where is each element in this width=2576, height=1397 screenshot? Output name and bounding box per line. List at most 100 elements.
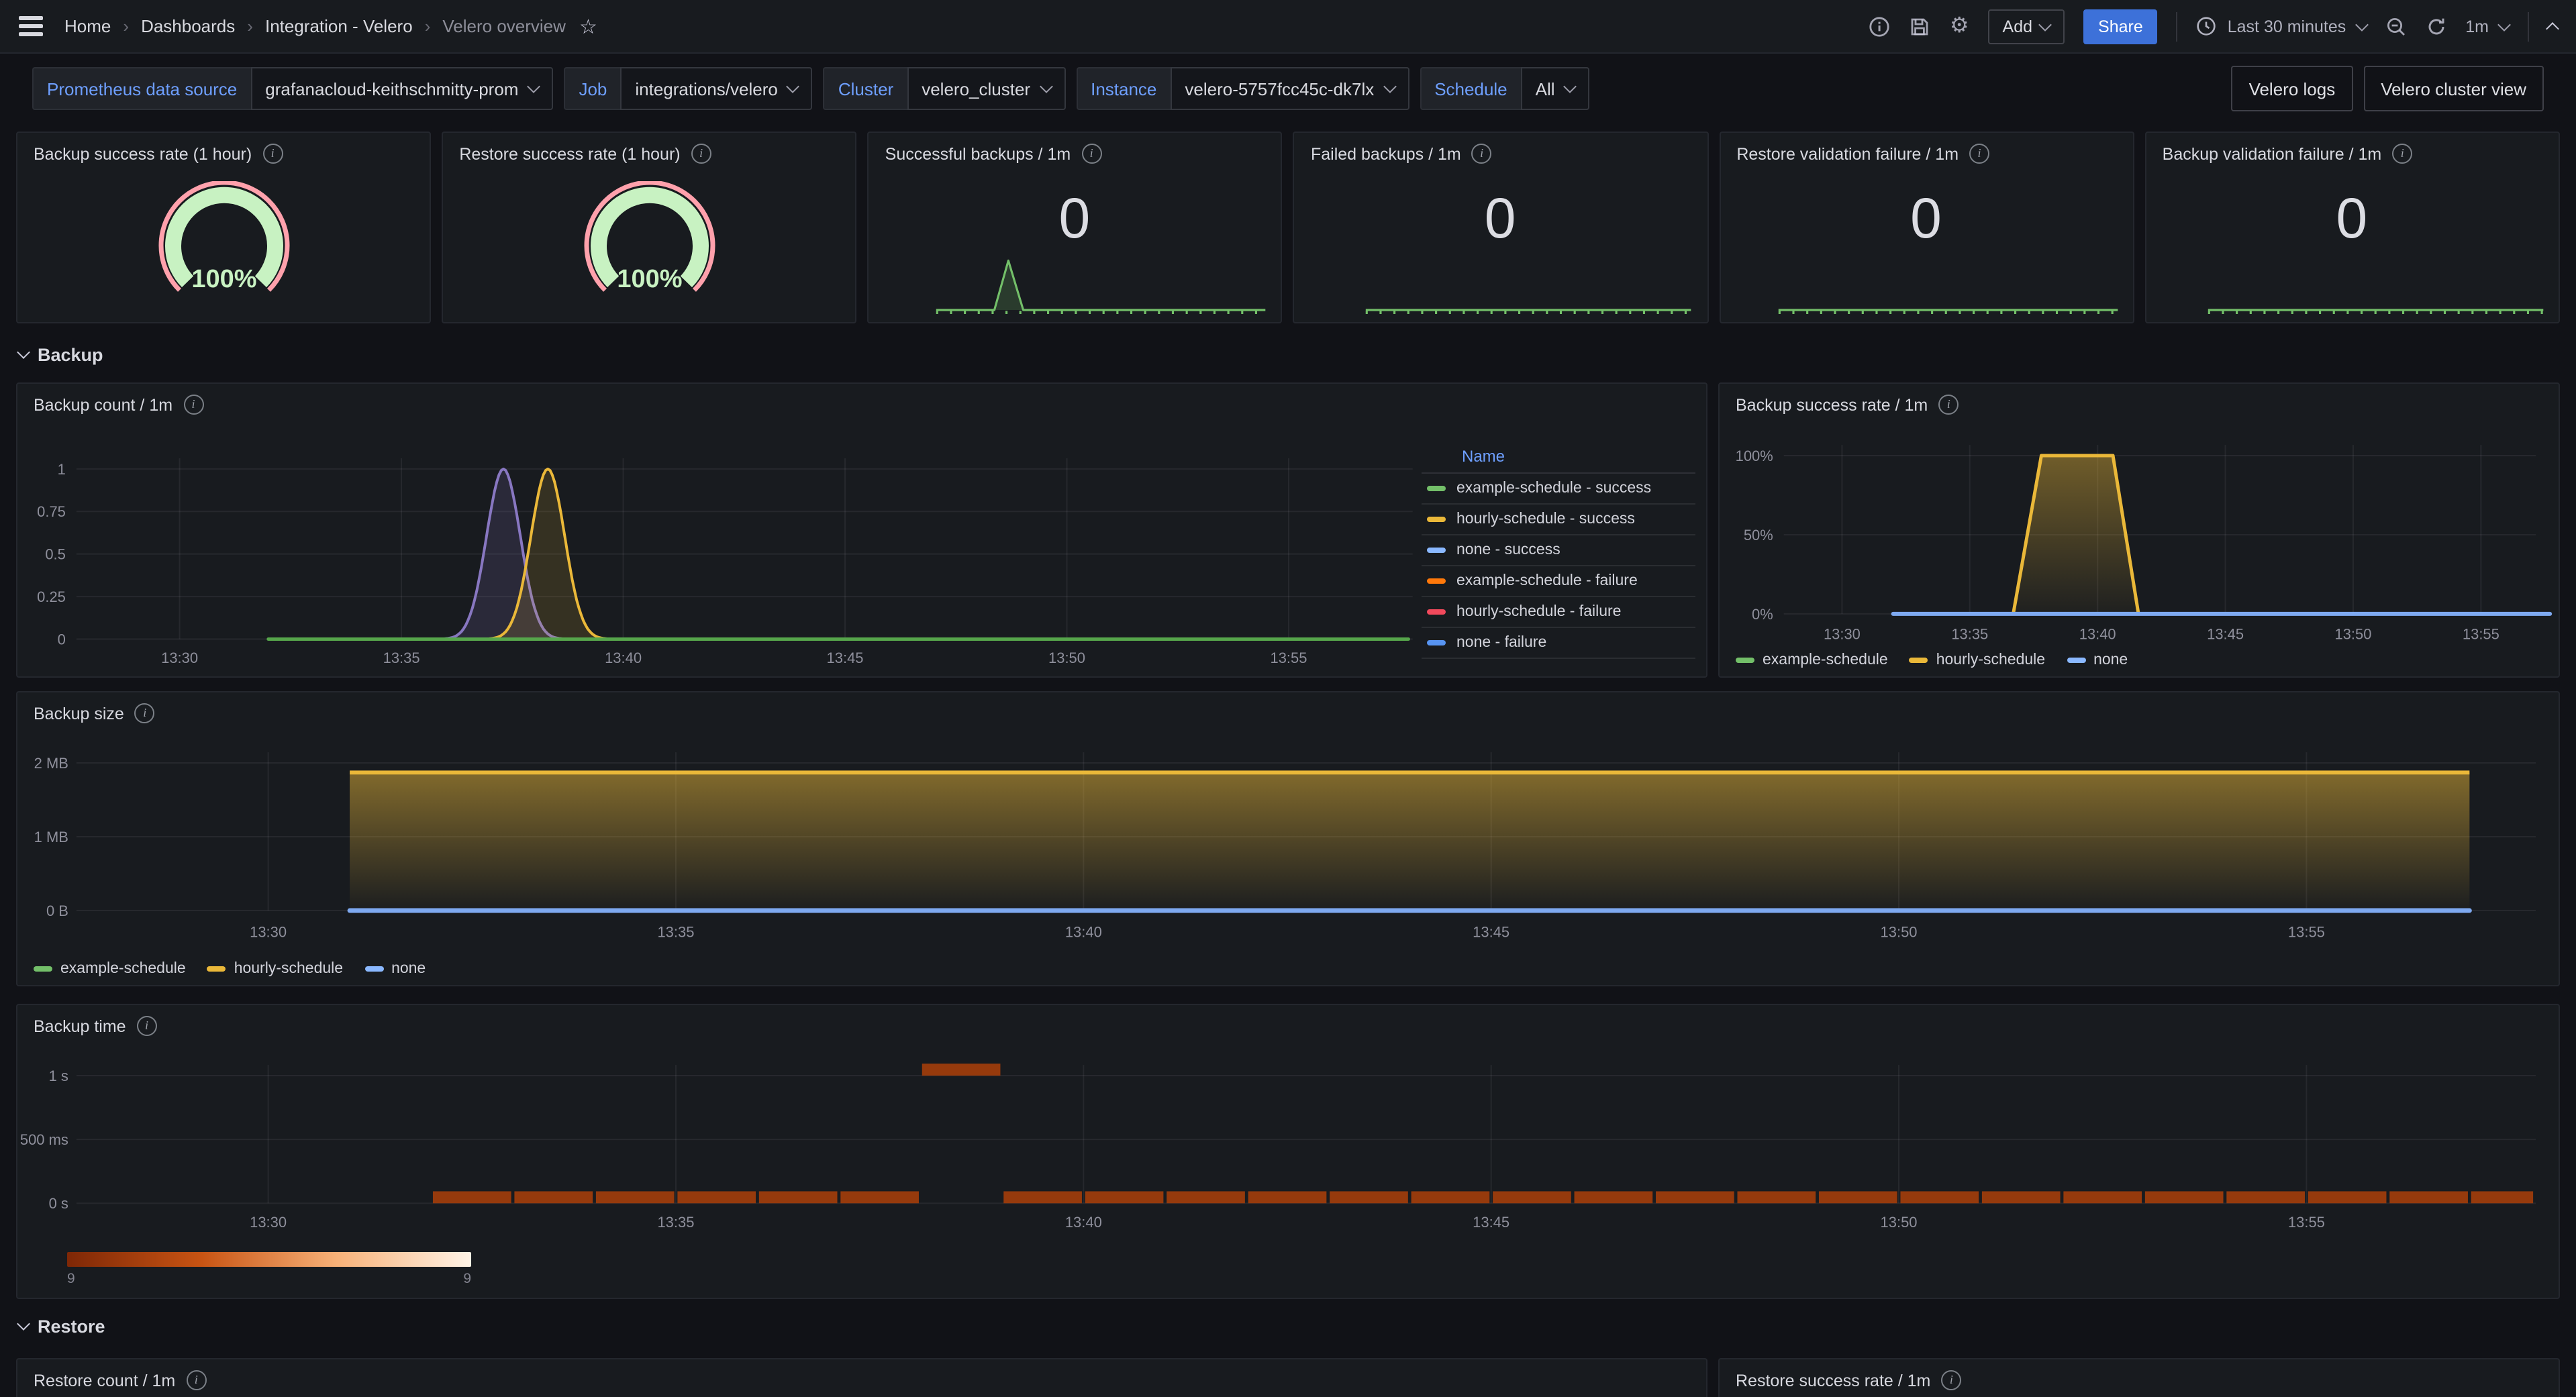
legend-label: none - failure: [1456, 635, 1546, 651]
legend-swatch: [364, 966, 383, 972]
info-icon[interactable]: i: [1938, 395, 1959, 415]
panel-successful-backups: Successful backups / 1mi 0: [868, 132, 1283, 323]
info-icon[interactable]: i: [1941, 1370, 1961, 1390]
dashboard-info-icon[interactable]: [1869, 15, 1891, 37]
info-icon[interactable]: i: [183, 395, 203, 415]
add-button[interactable]: Add: [1988, 9, 2065, 44]
breadcrumb-dashboards[interactable]: Dashboards: [141, 16, 235, 36]
legend-label: example-schedule: [1763, 652, 1888, 668]
backup-size-chart[interactable]: 2 MB1 MB0 B13:3013:3513:4013:4513:5013:5…: [17, 692, 2559, 985]
svg-text:1: 1: [58, 461, 66, 478]
legend-item[interactable]: hourly-schedule: [1910, 652, 2045, 668]
gauge-value: 100%: [617, 265, 682, 293]
panel-title: Failed backups / 1m: [1311, 144, 1461, 163]
info-icon[interactable]: i: [186, 1370, 206, 1390]
legend-header-name[interactable]: Name: [1422, 443, 1695, 474]
legend-swatch: [1427, 640, 1446, 645]
info-icon[interactable]: i: [1081, 144, 1101, 164]
legend-label: hourly-schedule: [234, 961, 343, 977]
legend-row[interactable]: hourly-schedule - failure: [1422, 597, 1695, 628]
filter-job: Job integrations/velero: [564, 67, 812, 110]
collapse-topbar-icon[interactable]: [2548, 19, 2557, 33]
legend-row[interactable]: hourly-schedule - success: [1422, 505, 1695, 535]
refresh-interval-picker[interactable]: 1m: [2465, 17, 2509, 36]
info-icon[interactable]: i: [691, 144, 711, 164]
legend-item[interactable]: none: [2067, 652, 2128, 668]
legend-label: none - success: [1456, 542, 1561, 558]
section-restore[interactable]: Restore: [19, 1314, 2557, 1338]
panel-backup-success-rate-1h: Backup success rate (1 hour)i 100%: [16, 132, 431, 323]
info-icon[interactable]: i: [135, 703, 155, 723]
legend-swatch: [1427, 578, 1446, 584]
legend-item[interactable]: example-schedule: [34, 961, 186, 977]
svg-text:0: 0: [58, 631, 66, 648]
svg-text:0 B: 0 B: [46, 902, 68, 919]
stat-value: 0: [1295, 187, 1707, 251]
svg-text:13:35: 13:35: [1951, 626, 1988, 643]
stat-value: 0: [869, 187, 1281, 251]
section-backup[interactable]: Backup: [19, 342, 2557, 366]
legend-swatch: [2067, 658, 2085, 663]
scale-min: 9: [67, 1271, 75, 1287]
filter-cluster-value[interactable]: velero_cluster: [907, 67, 1065, 110]
legend-row[interactable]: none - failure: [1422, 628, 1695, 659]
favorite-star-icon[interactable]: ☆: [579, 14, 597, 38]
panel-backup-time: Backup timei 1 s500 ms0 s13:3013:3513:40…: [16, 1004, 2560, 1299]
clock-icon: [2197, 16, 2217, 36]
zoom-out-icon[interactable]: [2385, 15, 2406, 37]
legend-row[interactable]: none - success: [1422, 535, 1695, 566]
stats-row: Backup success rate (1 hour)i 100% Resto…: [16, 132, 2560, 323]
sparkline: [2152, 248, 2553, 318]
filter-datasource-value[interactable]: grafanacloud-keithschmitty-prom: [250, 67, 553, 110]
svg-text:13:55: 13:55: [2463, 626, 2499, 643]
info-icon[interactable]: i: [1969, 144, 1989, 164]
velero-cluster-view-link[interactable]: Velero cluster view: [2363, 66, 2544, 111]
panel-title: Restore count / 1m: [34, 1371, 175, 1390]
legend-item[interactable]: none: [364, 961, 426, 977]
section-title: Backup: [38, 344, 103, 364]
time-range-label: Last 30 minutes: [2228, 17, 2346, 36]
velero-logs-link[interactable]: Velero logs: [2232, 66, 2353, 111]
svg-text:13:40: 13:40: [1065, 924, 1102, 941]
stat-value: 0: [1720, 187, 2132, 251]
breadcrumb: Home › Dashboards › Integration - Velero…: [64, 16, 566, 36]
legend-item[interactable]: hourly-schedule: [207, 961, 343, 977]
stat-value: 0: [2146, 187, 2559, 251]
svg-text:13:45: 13:45: [1473, 1214, 1509, 1231]
save-icon[interactable]: [1910, 15, 1931, 37]
info-icon[interactable]: i: [137, 1016, 157, 1036]
menu-icon[interactable]: [19, 17, 43, 36]
filter-job-value[interactable]: integrations/velero: [620, 67, 812, 110]
panel-title: Restore success rate / 1m: [1736, 1371, 1930, 1390]
info-icon[interactable]: i: [262, 144, 283, 164]
settings-gear-icon[interactable]: ⚙: [1950, 15, 1969, 37]
filter-schedule-value[interactable]: All: [1521, 67, 1590, 110]
legend-label: hourly-schedule - failure: [1456, 604, 1621, 620]
filter-instance-value[interactable]: velero-5757fcc45c-dk7lx: [1170, 67, 1409, 110]
gauge-value: 100%: [191, 265, 256, 293]
share-button[interactable]: Share: [2083, 9, 2158, 44]
time-range-picker[interactable]: Last 30 minutes: [2197, 16, 2367, 36]
info-icon[interactable]: i: [2392, 144, 2412, 164]
svg-text:13:50: 13:50: [1048, 650, 1085, 666]
legend-row[interactable]: example-schedule - success: [1422, 474, 1695, 505]
legend-row[interactable]: example-schedule - failure: [1422, 566, 1695, 597]
legend-swatch: [34, 966, 52, 972]
svg-text:13:55: 13:55: [1271, 650, 1307, 666]
info-icon[interactable]: i: [1472, 144, 1492, 164]
legend-label: none: [2093, 652, 2128, 668]
svg-text:2 MB: 2 MB: [34, 755, 68, 772]
breadcrumb-home[interactable]: Home: [64, 16, 111, 36]
backup-success-rate-chart[interactable]: 100%50%0%13:3013:3513:4013:4513:5013:55: [1720, 384, 2559, 676]
sparkline: [1726, 248, 2127, 318]
svg-text:13:50: 13:50: [1881, 1214, 1918, 1231]
filter-instance-label: Instance: [1076, 67, 1170, 110]
breadcrumb-integration-velero[interactable]: Integration - Velero: [265, 16, 413, 36]
svg-text:0.75: 0.75: [37, 503, 66, 520]
legend-swatch: [1427, 609, 1446, 615]
svg-text:0%: 0%: [1752, 606, 1773, 623]
filter-instance: Instance velero-5757fcc45c-dk7lx: [1076, 67, 1409, 110]
legend-item[interactable]: example-schedule: [1736, 652, 1888, 668]
chevron-down-icon: [1564, 80, 1577, 93]
refresh-icon[interactable]: [2425, 15, 2446, 37]
